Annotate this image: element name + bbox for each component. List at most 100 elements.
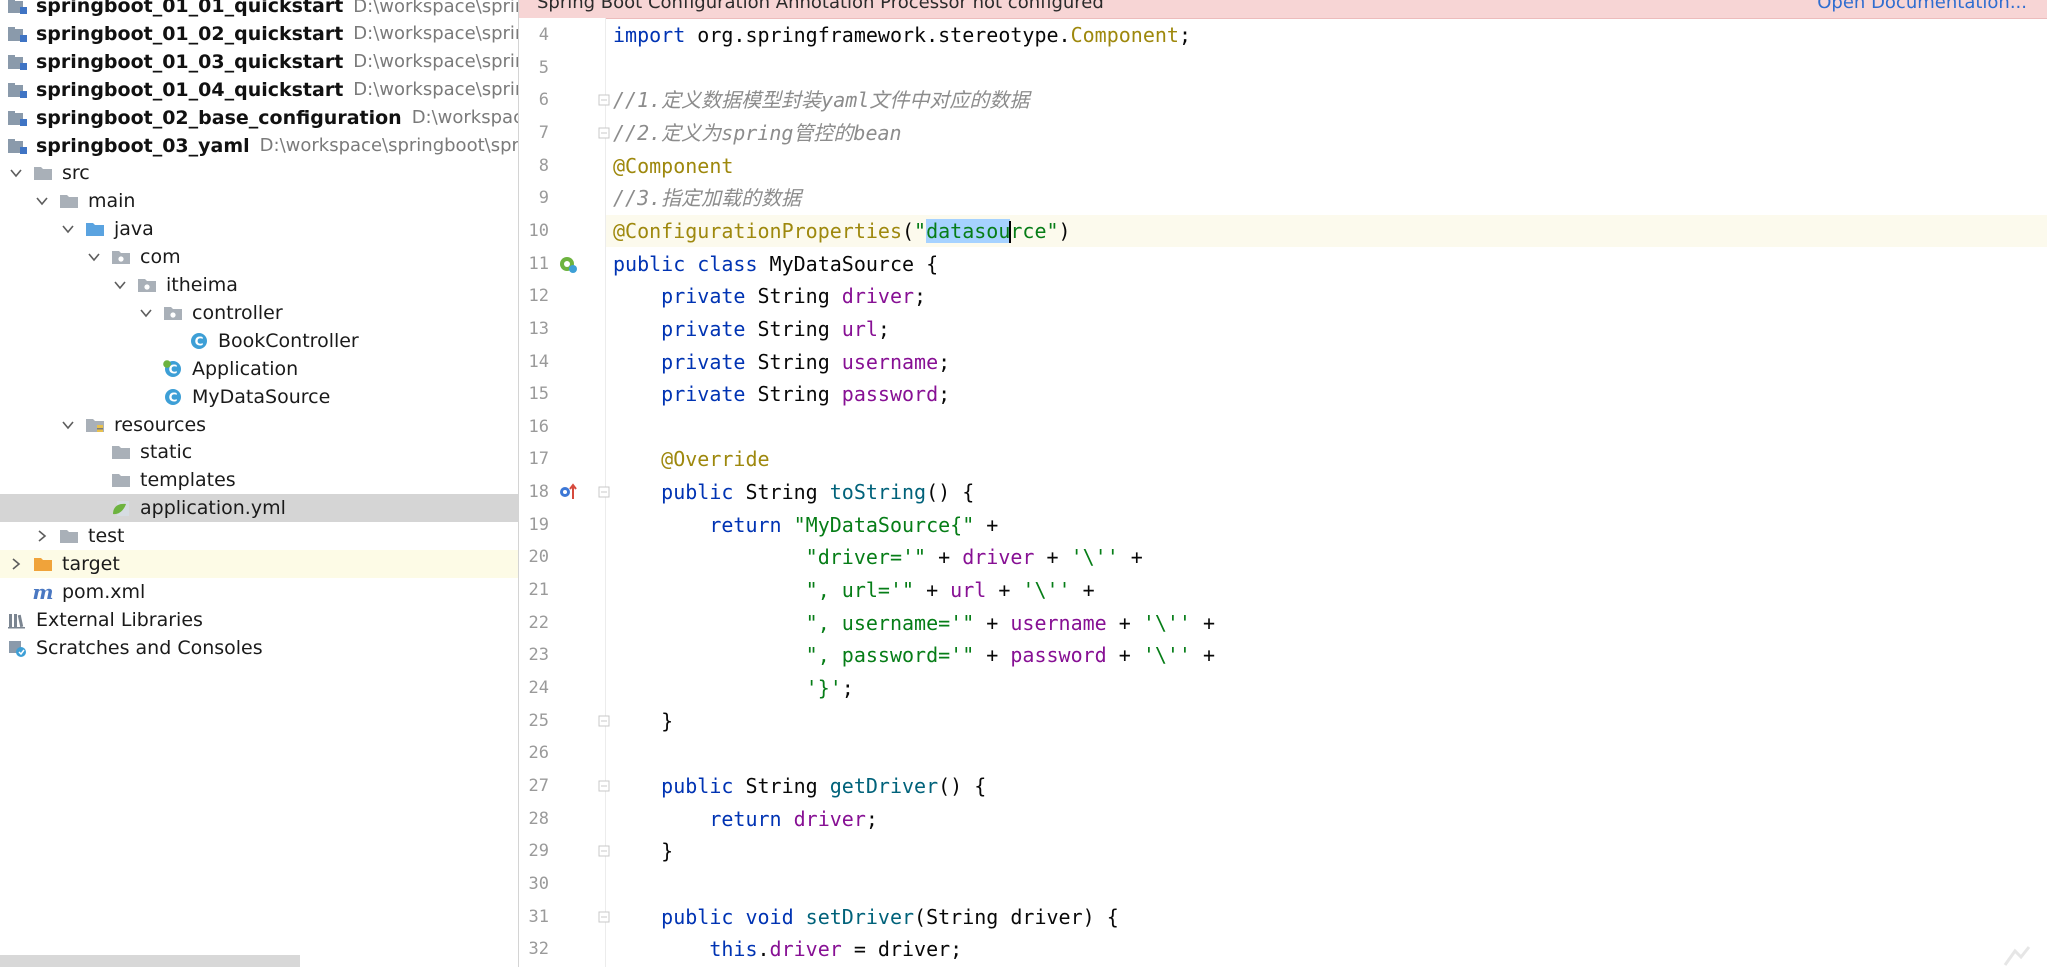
chevron-down-icon[interactable] <box>86 249 102 265</box>
fold-marker-icon[interactable] <box>598 845 610 857</box>
code-token: () { <box>938 773 987 798</box>
code-line[interactable]: ", url='" + url + '\'' + <box>613 574 1095 606</box>
fold-marker-icon[interactable] <box>598 780 610 792</box>
code-token: @Component <box>613 153 734 178</box>
tree-item-resources[interactable]: resources <box>0 411 518 439</box>
code-line[interactable]: //2.定义为spring管控的bean <box>613 117 902 149</box>
code-line[interactable]: //1.定义数据模型封装yaml文件中对应的数据 <box>613 84 1029 116</box>
chevron-down-icon[interactable] <box>60 417 76 433</box>
tree-item-springboot-01-01-quickstart[interactable]: springboot_01_01_quickstart D:\workspace\… <box>0 0 518 20</box>
code-token: username <box>1010 610 1107 635</box>
tree-item-springboot-03-yaml[interactable]: springboot_03_yaml D:\workspace\springboo… <box>0 132 518 160</box>
code-token: public <box>661 480 746 505</box>
code-line[interactable]: "driver='" + driver + '\'' + <box>613 541 1143 573</box>
code-line[interactable]: public class MyDataSource { <box>613 248 938 280</box>
code-token: String <box>757 382 842 407</box>
editor-gutter[interactable]: 4 5 6 7 8 9 10 11 12 13 14 15 16 17 18 19 20 21 22 23 24 25 26… <box>519 18 605 967</box>
code-line[interactable]: ", password='" + password + '\'' + <box>613 639 1215 671</box>
code-token: ) <box>1058 218 1071 243</box>
code-line[interactable]: '}'; <box>613 672 854 704</box>
code-line[interactable]: @ConfigurationProperties("datasource") <box>606 214 2047 247</box>
tree-item-springboot-01-02-quickstart[interactable]: springboot_01_02_quickstart D:\workspace\… <box>0 20 518 48</box>
code-token: Component <box>1070 23 1179 47</box>
tree-item-external-libraries[interactable]: External Libraries <box>0 606 518 634</box>
line-number: 14 <box>528 351 549 372</box>
module-icon <box>6 80 28 100</box>
tree-item-controller[interactable]: controller <box>0 299 518 327</box>
module-path: D:\workspace\springboot <box>353 23 518 45</box>
code-line[interactable]: public String getDriver() { <box>613 770 986 802</box>
tree-item-target[interactable]: target <box>0 550 518 578</box>
code-line[interactable]: import org.springframework.stereotype.Co… <box>613 19 1191 51</box>
folder-icon <box>32 163 54 183</box>
tree-item-springboot-01-04-quickstart[interactable]: springboot_01_04_quickstart D:\workspace\… <box>0 76 518 104</box>
tree-item-label: java <box>114 218 154 241</box>
tree-item-java[interactable]: java <box>0 215 518 243</box>
chevron-down-icon[interactable] <box>138 305 154 321</box>
code-token: ; <box>914 284 927 309</box>
code-line[interactable]: private String url; <box>613 313 890 345</box>
chevron-right-icon[interactable] <box>34 528 50 544</box>
maven-icon: m <box>32 579 54 604</box>
tree-item-src[interactable]: src <box>0 159 518 187</box>
tree-item-springboot-02-base-configuration[interactable]: springboot_02_base_configuration D:\works… <box>0 104 518 132</box>
code-token: return <box>709 806 794 831</box>
line-number: 8 <box>538 155 549 176</box>
chevron-down-icon[interactable] <box>112 277 128 293</box>
tree-item-scratches-and-consoles[interactable]: Scratches and Consoles <box>0 634 518 662</box>
code-line[interactable]: ", username='" + username + '\'' + <box>613 607 1215 639</box>
chevron-down-icon[interactable] <box>60 221 76 237</box>
tree-item-com[interactable]: com <box>0 243 518 271</box>
open-documentation-link[interactable]: Open Documentation... <box>1817 0 2027 13</box>
code-line[interactable]: this.driver = driver; <box>613 933 962 965</box>
tree-item-test[interactable]: test <box>0 522 518 550</box>
tree-item-static[interactable]: static <box>0 438 518 466</box>
code-token: org.springframework.stereotype. <box>697 23 1071 47</box>
code-line[interactable]: return driver; <box>613 803 878 835</box>
tree-item-pom-xml[interactable]: m pom.xml <box>0 578 518 606</box>
code-token: '\'' <box>1142 643 1191 668</box>
code-line[interactable]: public String toString() { <box>613 476 974 508</box>
fold-marker-icon[interactable] <box>598 127 610 139</box>
code-line[interactable]: return "MyDataSource{" + <box>613 509 998 541</box>
tree-item-application[interactable]: C Application <box>0 355 518 383</box>
code-token: private <box>661 382 758 407</box>
tree-item-label: springboot_01_01_quickstart <box>36 0 344 17</box>
tree-item-springboot-01-03-quickstart[interactable]: springboot_01_03_quickstart D:\workspace\… <box>0 48 518 76</box>
fold-marker-icon[interactable] <box>598 715 610 727</box>
code-token: password <box>1010 643 1107 668</box>
code-line[interactable]: private String password; <box>613 378 950 410</box>
tree-item-itheima[interactable]: itheima <box>0 271 518 299</box>
chevron-down-icon[interactable] <box>8 165 24 181</box>
tree-item-templates[interactable]: templates <box>0 466 518 494</box>
code-line[interactable]: @Override <box>613 443 769 475</box>
horizontal-scrollbar[interactable] <box>0 955 300 967</box>
tree-item-label: pom.xml <box>62 580 146 603</box>
bean-icon[interactable] <box>557 253 579 275</box>
tree-item-main[interactable]: main <box>0 187 518 215</box>
fold-marker-icon[interactable] <box>598 94 610 106</box>
fold-marker-icon[interactable] <box>598 911 610 923</box>
code-token: + <box>1190 610 1216 635</box>
line-number: 7 <box>538 122 549 143</box>
code-line[interactable]: //3.指定加载的数据 <box>613 182 801 214</box>
tree-item-bookcontroller[interactable]: C BookController <box>0 327 518 355</box>
scratches-icon <box>6 638 28 658</box>
code-token: username <box>841 349 939 374</box>
code-line[interactable]: private String username; <box>613 346 950 378</box>
code-line[interactable]: } <box>613 705 673 737</box>
code-token: private <box>661 284 758 309</box>
code-line[interactable]: public void setDriver(String driver) { <box>613 901 1119 933</box>
chevron-down-icon[interactable] <box>34 193 50 209</box>
translate-icon[interactable] <box>1999 937 2039 967</box>
code-line[interactable]: @Component <box>613 150 733 182</box>
code-line[interactable]: } <box>613 835 673 867</box>
fold-marker-icon[interactable] <box>598 486 610 498</box>
override-icon[interactable] <box>557 481 579 503</box>
tree-item-mydatasource[interactable]: C MyDataSource <box>0 383 518 411</box>
code-line[interactable]: private String driver; <box>613 280 926 312</box>
code-editor[interactable]: Spring Boot Configuration Annotation Pro… <box>519 0 2047 967</box>
tree-item-application-yml[interactable]: application.yml <box>0 494 518 523</box>
chevron-right-icon[interactable] <box>8 556 24 572</box>
